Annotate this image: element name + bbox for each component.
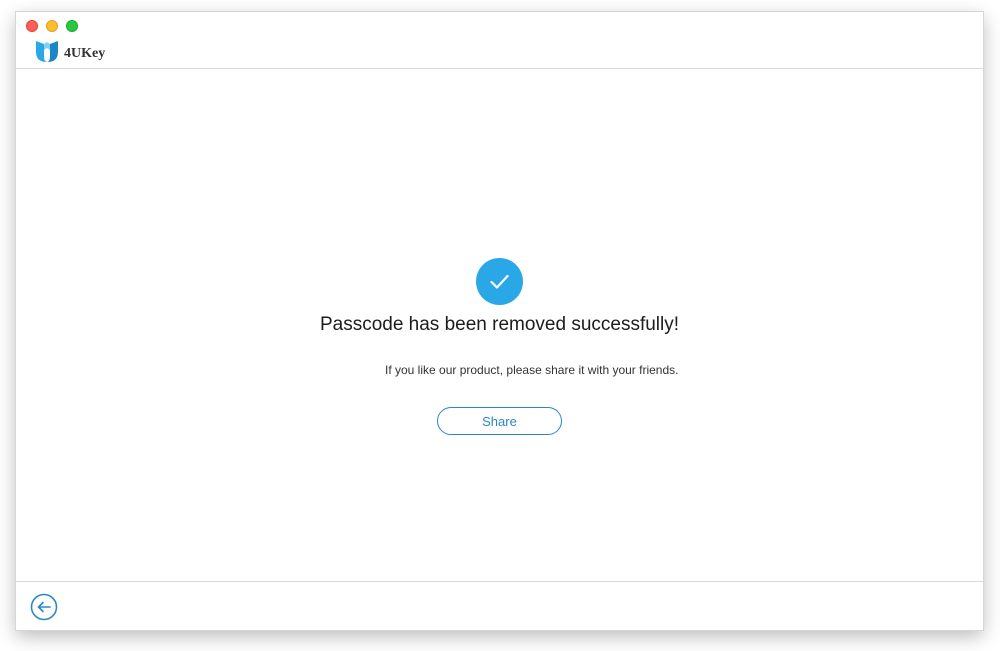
title-bar: 4UKey xyxy=(16,12,983,69)
minimize-dot-icon[interactable] xyxy=(46,20,58,32)
4ukey-logo-icon xyxy=(36,41,58,62)
main-content: Passcode has been removed successfully! … xyxy=(16,69,983,581)
arrow-left-circle-icon xyxy=(30,593,58,621)
app-name: 4UKey xyxy=(64,46,106,61)
maximize-dot-icon[interactable] xyxy=(66,20,78,32)
back-button[interactable] xyxy=(30,593,58,621)
app-window: 4UKey Passcode has been removed successf… xyxy=(16,12,983,630)
success-headline: Passcode has been removed successfully! xyxy=(319,314,680,335)
share-prompt-text: If you like our product, please share it… xyxy=(385,363,679,377)
footer-bar xyxy=(16,581,983,630)
close-dot-icon[interactable] xyxy=(26,20,38,32)
share-button[interactable]: Share xyxy=(437,407,562,435)
check-circle-icon xyxy=(476,258,523,305)
